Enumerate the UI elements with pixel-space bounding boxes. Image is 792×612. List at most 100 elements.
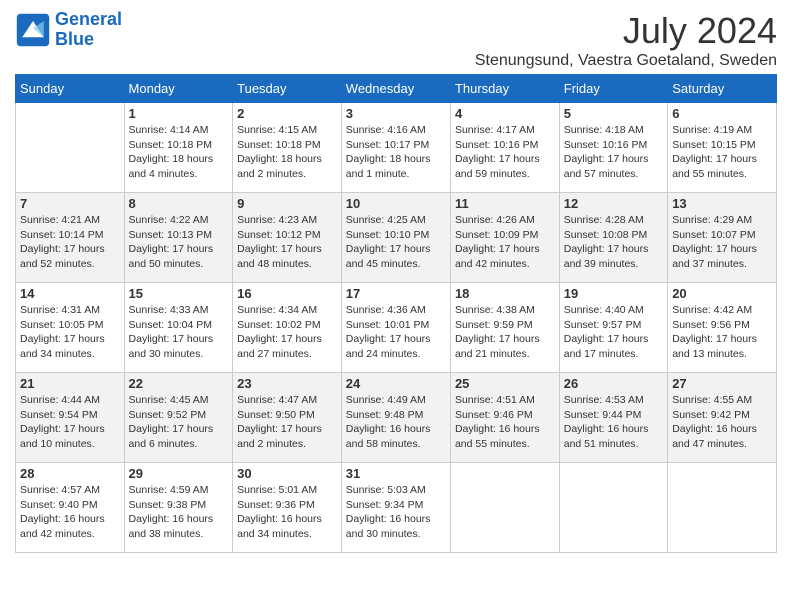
day-number: 28 bbox=[20, 466, 120, 481]
day-info: Sunrise: 4:40 AM Sunset: 9:57 PM Dayligh… bbox=[564, 303, 663, 362]
day-number: 21 bbox=[20, 376, 120, 391]
calendar-day-cell: 14 Sunrise: 4:31 AM Sunset: 10:05 PM Dayl… bbox=[16, 283, 125, 373]
day-info: Sunrise: 4:21 AM Sunset: 10:14 PM Daylig… bbox=[20, 213, 120, 272]
calendar-day-cell: 31Sunrise: 5:03 AM Sunset: 9:34 PM Dayli… bbox=[341, 463, 450, 553]
calendar-day-cell: 21 Sunrise: 4:44 AM Sunset: 9:54 PM Dayli… bbox=[16, 373, 125, 463]
day-number: 22 bbox=[129, 376, 229, 391]
day-number: 7 bbox=[20, 196, 120, 211]
calendar-day-cell: 24 Sunrise: 4:49 AM Sunset: 9:48 PM Dayli… bbox=[341, 373, 450, 463]
day-number: 13 bbox=[672, 196, 772, 211]
calendar-day-cell: 8 Sunrise: 4:22 AM Sunset: 10:13 PM Dayli… bbox=[124, 193, 233, 283]
calendar-day-cell: 17 Sunrise: 4:36 AM Sunset: 10:01 PM Dayl… bbox=[341, 283, 450, 373]
page-header: General Blue July 2024 Stenungsund, Vaes… bbox=[15, 10, 777, 70]
logo-icon bbox=[15, 12, 51, 48]
day-info: Sunrise: 4:17 AM Sunset: 10:16 PM Daylig… bbox=[455, 123, 555, 182]
day-number: 4 bbox=[455, 106, 555, 121]
calendar-day-cell: 10 Sunrise: 4:25 AM Sunset: 10:10 PM Dayl… bbox=[341, 193, 450, 283]
day-number: 16 bbox=[237, 286, 337, 301]
day-number: 1 bbox=[129, 106, 229, 121]
day-info: Sunrise: 4:18 AM Sunset: 10:16 PM Daylig… bbox=[564, 123, 663, 182]
calendar-day-cell: 4 Sunrise: 4:17 AM Sunset: 10:16 PM Dayli… bbox=[450, 103, 559, 193]
day-number: 3 bbox=[346, 106, 446, 121]
day-info: Sunrise: 4:47 AM Sunset: 9:50 PM Dayligh… bbox=[237, 393, 337, 452]
day-number: 6 bbox=[672, 106, 772, 121]
calendar-day-cell: 26Sunrise: 4:53 AM Sunset: 9:44 PM Dayli… bbox=[559, 373, 667, 463]
day-info: Sunrise: 4:49 AM Sunset: 9:48 PM Dayligh… bbox=[346, 393, 446, 452]
calendar-day-cell: 1Sunrise: 4:14 AM Sunset: 10:18 PM Dayli… bbox=[124, 103, 233, 193]
day-info: Sunrise: 4:59 AM Sunset: 9:38 PM Dayligh… bbox=[129, 483, 229, 542]
calendar-day-cell: 2Sunrise: 4:15 AM Sunset: 10:18 PM Dayli… bbox=[233, 103, 342, 193]
day-number: 29 bbox=[129, 466, 229, 481]
day-number: 30 bbox=[237, 466, 337, 481]
day-number: 8 bbox=[129, 196, 229, 211]
day-number: 24 bbox=[346, 376, 446, 391]
day-of-week-header: Thursday bbox=[450, 75, 559, 103]
day-info: Sunrise: 4:33 AM Sunset: 10:04 PM Daylig… bbox=[129, 303, 229, 362]
calendar-day-cell: 27Sunrise: 4:55 AM Sunset: 9:42 PM Dayli… bbox=[668, 373, 777, 463]
day-number: 27 bbox=[672, 376, 772, 391]
calendar-day-cell: 19 Sunrise: 4:40 AM Sunset: 9:57 PM Dayli… bbox=[559, 283, 667, 373]
day-info: Sunrise: 4:57 AM Sunset: 9:40 PM Dayligh… bbox=[20, 483, 120, 542]
calendar-day-cell: 7 Sunrise: 4:21 AM Sunset: 10:14 PM Dayli… bbox=[16, 193, 125, 283]
day-number: 17 bbox=[346, 286, 446, 301]
calendar-table: SundayMondayTuesdayWednesdayThursdayFrid… bbox=[15, 74, 777, 553]
calendar-week-row: 1Sunrise: 4:14 AM Sunset: 10:18 PM Dayli… bbox=[16, 103, 777, 193]
day-info: Sunrise: 5:03 AM Sunset: 9:34 PM Dayligh… bbox=[346, 483, 446, 542]
calendar-day-cell: 23 Sunrise: 4:47 AM Sunset: 9:50 PM Dayli… bbox=[233, 373, 342, 463]
calendar-week-row: 7 Sunrise: 4:21 AM Sunset: 10:14 PM Dayli… bbox=[16, 193, 777, 283]
calendar-day-cell: 9 Sunrise: 4:23 AM Sunset: 10:12 PM Dayli… bbox=[233, 193, 342, 283]
day-of-week-header: Monday bbox=[124, 75, 233, 103]
day-number: 18 bbox=[455, 286, 555, 301]
day-number: 10 bbox=[346, 196, 446, 211]
calendar-day-cell: 3 Sunrise: 4:16 AM Sunset: 10:17 PM Dayli… bbox=[341, 103, 450, 193]
calendar-day-cell: 15 Sunrise: 4:33 AM Sunset: 10:04 PM Dayl… bbox=[124, 283, 233, 373]
day-info: Sunrise: 4:44 AM Sunset: 9:54 PM Dayligh… bbox=[20, 393, 120, 452]
day-number: 19 bbox=[564, 286, 663, 301]
day-of-week-header: Saturday bbox=[668, 75, 777, 103]
day-number: 25 bbox=[455, 376, 555, 391]
calendar-day-cell: 16Sunrise: 4:34 AM Sunset: 10:02 PM Dayl… bbox=[233, 283, 342, 373]
day-info: Sunrise: 4:31 AM Sunset: 10:05 PM Daylig… bbox=[20, 303, 120, 362]
calendar-day-cell: 6 Sunrise: 4:19 AM Sunset: 10:15 PM Dayli… bbox=[668, 103, 777, 193]
day-info: Sunrise: 4:53 AM Sunset: 9:44 PM Dayligh… bbox=[564, 393, 663, 452]
logo-blue: Blue bbox=[55, 29, 94, 49]
calendar-day-cell: 22Sunrise: 4:45 AM Sunset: 9:52 PM Dayli… bbox=[124, 373, 233, 463]
calendar-day-cell: 12Sunrise: 4:28 AM Sunset: 10:08 PM Dayl… bbox=[559, 193, 667, 283]
day-info: Sunrise: 4:28 AM Sunset: 10:08 PM Daylig… bbox=[564, 213, 663, 272]
day-info: Sunrise: 4:51 AM Sunset: 9:46 PM Dayligh… bbox=[455, 393, 555, 452]
day-number: 20 bbox=[672, 286, 772, 301]
day-info: Sunrise: 4:36 AM Sunset: 10:01 PM Daylig… bbox=[346, 303, 446, 362]
calendar-day-cell: 13 Sunrise: 4:29 AM Sunset: 10:07 PM Dayl… bbox=[668, 193, 777, 283]
calendar-day-cell: 29 Sunrise: 4:59 AM Sunset: 9:38 PM Dayli… bbox=[124, 463, 233, 553]
day-number: 14 bbox=[20, 286, 120, 301]
day-number: 23 bbox=[237, 376, 337, 391]
calendar-day-cell: 5Sunrise: 4:18 AM Sunset: 10:16 PM Dayli… bbox=[559, 103, 667, 193]
day-info: Sunrise: 4:38 AM Sunset: 9:59 PM Dayligh… bbox=[455, 303, 555, 362]
day-number: 15 bbox=[129, 286, 229, 301]
calendar-day-cell: 30 Sunrise: 5:01 AM Sunset: 9:36 PM Dayli… bbox=[233, 463, 342, 553]
day-info: Sunrise: 4:25 AM Sunset: 10:10 PM Daylig… bbox=[346, 213, 446, 272]
calendar-day-cell: 18 Sunrise: 4:38 AM Sunset: 9:59 PM Dayli… bbox=[450, 283, 559, 373]
day-info: Sunrise: 4:19 AM Sunset: 10:15 PM Daylig… bbox=[672, 123, 772, 182]
day-info: Sunrise: 4:29 AM Sunset: 10:07 PM Daylig… bbox=[672, 213, 772, 272]
calendar-week-row: 28 Sunrise: 4:57 AM Sunset: 9:40 PM Dayli… bbox=[16, 463, 777, 553]
day-info: Sunrise: 5:01 AM Sunset: 9:36 PM Dayligh… bbox=[237, 483, 337, 542]
day-info: Sunrise: 4:16 AM Sunset: 10:17 PM Daylig… bbox=[346, 123, 446, 182]
day-number: 2 bbox=[237, 106, 337, 121]
logo-general: General bbox=[55, 9, 122, 29]
calendar-subtitle: Stenungsund, Vaestra Goetaland, Sweden bbox=[475, 52, 777, 70]
day-info: Sunrise: 4:23 AM Sunset: 10:12 PM Daylig… bbox=[237, 213, 337, 272]
calendar-week-row: 14 Sunrise: 4:31 AM Sunset: 10:05 PM Dayl… bbox=[16, 283, 777, 373]
day-number: 9 bbox=[237, 196, 337, 211]
calendar-day-cell bbox=[559, 463, 667, 553]
day-info: Sunrise: 4:42 AM Sunset: 9:56 PM Dayligh… bbox=[672, 303, 772, 362]
day-number: 11 bbox=[455, 196, 555, 211]
day-of-week-header: Friday bbox=[559, 75, 667, 103]
day-info: Sunrise: 4:22 AM Sunset: 10:13 PM Daylig… bbox=[129, 213, 229, 272]
calendar-header-row: SundayMondayTuesdayWednesdayThursdayFrid… bbox=[16, 75, 777, 103]
calendar-week-row: 21 Sunrise: 4:44 AM Sunset: 9:54 PM Dayli… bbox=[16, 373, 777, 463]
calendar-day-cell: 25 Sunrise: 4:51 AM Sunset: 9:46 PM Dayli… bbox=[450, 373, 559, 463]
calendar-day-cell: 28 Sunrise: 4:57 AM Sunset: 9:40 PM Dayli… bbox=[16, 463, 125, 553]
day-of-week-header: Wednesday bbox=[341, 75, 450, 103]
logo: General Blue bbox=[15, 10, 122, 50]
